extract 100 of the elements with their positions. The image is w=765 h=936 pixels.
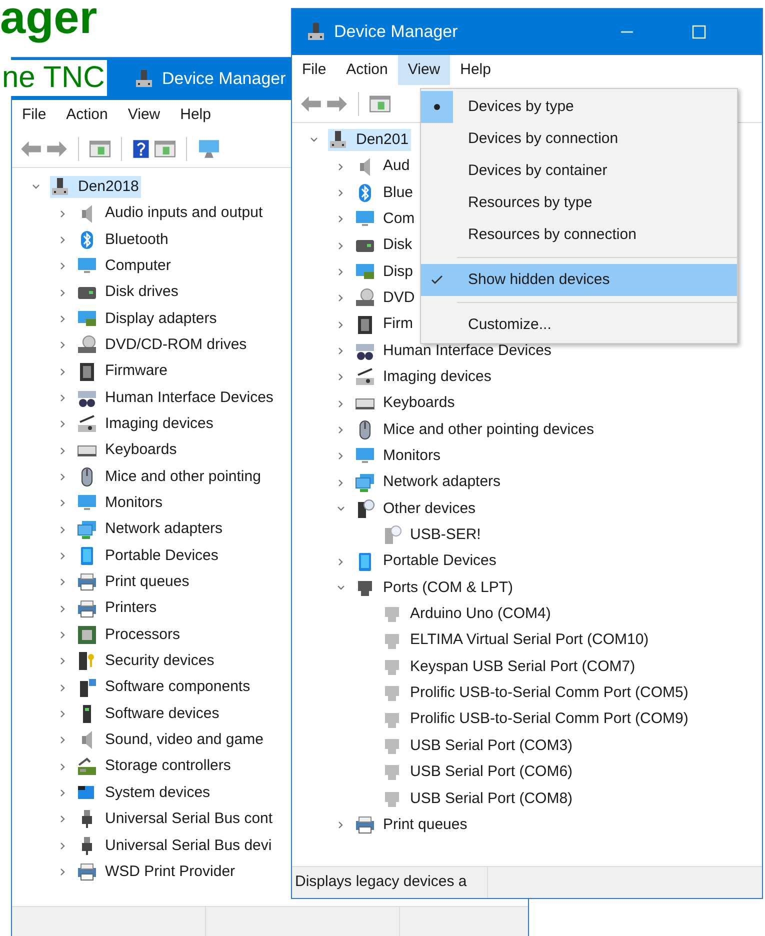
network-icon — [77, 520, 97, 540]
tree-item[interactable]: Bluetooth — [105, 228, 168, 252]
menu-option[interactable]: Customize... — [421, 309, 737, 341]
tree-item[interactable]: USB Serial Port (COM8) — [410, 788, 573, 810]
tree-item[interactable]: USB-SER! — [410, 524, 481, 547]
menu-item[interactable]: File — [12, 100, 56, 130]
tree-item[interactable]: Disk drives — [105, 281, 178, 304]
menu-option[interactable]: Resources by connection — [421, 219, 737, 251]
menu-item[interactable]: View — [398, 55, 450, 85]
console-tree-icon[interactable] — [369, 94, 391, 112]
tree-item[interactable]: Human Interface Devices — [105, 386, 274, 410]
tree-item[interactable]: Universal Serial Bus devi — [105, 834, 272, 858]
computer-icon — [134, 69, 154, 89]
tree-item[interactable]: Software components — [105, 676, 250, 699]
maximize-icon[interactable] — [692, 25, 706, 39]
tree-item[interactable]: Display adapters — [105, 308, 217, 330]
computer-icon — [306, 22, 326, 42]
help-icon[interactable] — [132, 138, 150, 158]
port-connector-icon — [382, 762, 402, 782]
tree-item[interactable]: Keyboards — [105, 439, 177, 462]
tree-item[interactable]: Ports (COM & LPT) — [383, 576, 514, 600]
tree-item[interactable]: Imaging devices — [383, 366, 492, 389]
tree-item[interactable]: Imaging devices — [105, 413, 214, 436]
menu-option[interactable]: Devices by container — [421, 155, 737, 187]
forward-arrow-icon[interactable] — [326, 94, 348, 112]
tree-item[interactable]: Computer — [105, 254, 171, 278]
printer-icon — [77, 598, 97, 619]
chip-icon — [355, 314, 375, 335]
tree-item[interactable]: Firm — [383, 313, 413, 336]
tree-item[interactable]: Print queues — [383, 814, 468, 836]
tree-item[interactable]: Arduino Uno (COM4) — [410, 603, 551, 626]
menu-item[interactable]: Action — [336, 55, 398, 85]
tree-item[interactable]: Firmware — [105, 360, 168, 383]
back-arrow-icon[interactable] — [300, 94, 322, 112]
port-connector-icon — [382, 683, 402, 704]
tree-item[interactable]: Printers — [105, 597, 157, 620]
tree-item[interactable]: Security devices — [105, 650, 214, 673]
tree-item[interactable]: Audio inputs and output — [105, 202, 263, 225]
tree-item[interactable]: USB Serial Port (COM3) — [410, 734, 573, 758]
tree-item[interactable]: Print queues — [105, 571, 190, 594]
menu-item[interactable]: Help — [450, 55, 501, 85]
network-icon — [355, 472, 375, 493]
tree-item[interactable]: Portable Devices — [105, 544, 218, 568]
tree-item[interactable]: System devices — [105, 782, 210, 804]
tree-item[interactable]: Network adapters — [383, 471, 501, 494]
tree-item[interactable]: Keyspan USB Serial Port (COM7) — [410, 656, 636, 678]
tree-item[interactable]: DVD/CD-ROM drives — [105, 334, 247, 356]
tree-item[interactable]: Monitors — [105, 492, 163, 515]
tree-item[interactable]: Disk — [383, 234, 412, 257]
tree-item[interactable]: Prolific USB-to-Serial Comm Port (COM5) — [410, 682, 688, 705]
key-icon — [77, 651, 97, 672]
tree-item[interactable]: Storage controllers — [105, 755, 231, 778]
menu-item[interactable]: Action — [56, 100, 118, 130]
menu-option[interactable]: Devices by connection — [421, 123, 737, 155]
computer-icon — [328, 130, 348, 150]
display-adapter-icon — [77, 308, 97, 329]
port-connector-icon — [382, 657, 402, 678]
tree-item[interactable]: Prolific USB-to-Serial Comm Port (COM9) — [410, 708, 688, 731]
menu-option[interactable]: Resources by type — [421, 187, 737, 219]
tree-item[interactable]: Mice and other pointing — [105, 466, 261, 488]
port-connector-icon — [382, 736, 402, 756]
tree-item[interactable]: Disp — [383, 260, 414, 284]
tree-item[interactable]: ELTIMA Virtual Serial Port (COM10) — [410, 629, 649, 652]
menu-option[interactable]: Devices by type — [421, 91, 737, 123]
disc-drive-icon — [77, 335, 97, 356]
scanner-icon — [355, 367, 375, 388]
tree-item[interactable]: Portable Devices — [383, 550, 496, 573]
action-pane-icon[interactable] — [154, 140, 176, 158]
tree-item[interactable]: Other devices — [383, 498, 476, 520]
back-arrow-icon[interactable] — [20, 140, 42, 158]
tree-item[interactable]: Sound, video and game — [105, 729, 264, 752]
window-title: Device Manager — [334, 21, 459, 44]
port-connector-icon — [355, 578, 375, 598]
tree-item[interactable]: Universal Serial Bus cont — [105, 808, 273, 831]
tree-item[interactable]: Human Interface Devices — [383, 340, 552, 362]
display-adapter-icon — [355, 262, 375, 282]
tree-item[interactable]: Processors — [105, 624, 180, 646]
tree-item[interactable]: Com — [383, 208, 415, 230]
window-title: Device Manager — [162, 68, 286, 90]
menu-item[interactable]: File — [292, 55, 336, 85]
console-tree-icon[interactable] — [89, 140, 111, 158]
menu-option[interactable]: Show hidden devices — [421, 264, 737, 296]
tree-item[interactable]: Software devices — [105, 702, 220, 726]
tree-item[interactable]: USB Serial Port (COM6) — [410, 761, 573, 784]
disc-drive-icon — [355, 288, 375, 308]
status-text: Displays legacy devices a — [292, 867, 488, 898]
menu-item[interactable]: Help — [170, 100, 221, 130]
tree-item[interactable]: Blue — [383, 182, 414, 204]
tree-item[interactable]: Network adapters — [105, 518, 223, 541]
unknown-device-icon — [355, 498, 375, 519]
menu-item[interactable]: View — [118, 100, 170, 130]
tree-item[interactable]: Monitors — [383, 445, 441, 468]
tree-item[interactable]: Aud — [383, 155, 410, 178]
tree-item[interactable]: Keyboards — [383, 392, 455, 415]
forward-arrow-icon[interactable] — [46, 140, 68, 158]
monitor-icon[interactable] — [197, 138, 221, 158]
tree-item[interactable]: WSD Print Provider — [105, 860, 236, 884]
tree-item[interactable]: DVD — [383, 286, 415, 310]
slide-heading: ager — [0, 0, 98, 45]
tree-item[interactable]: Mice and other pointing devices — [383, 418, 594, 442]
